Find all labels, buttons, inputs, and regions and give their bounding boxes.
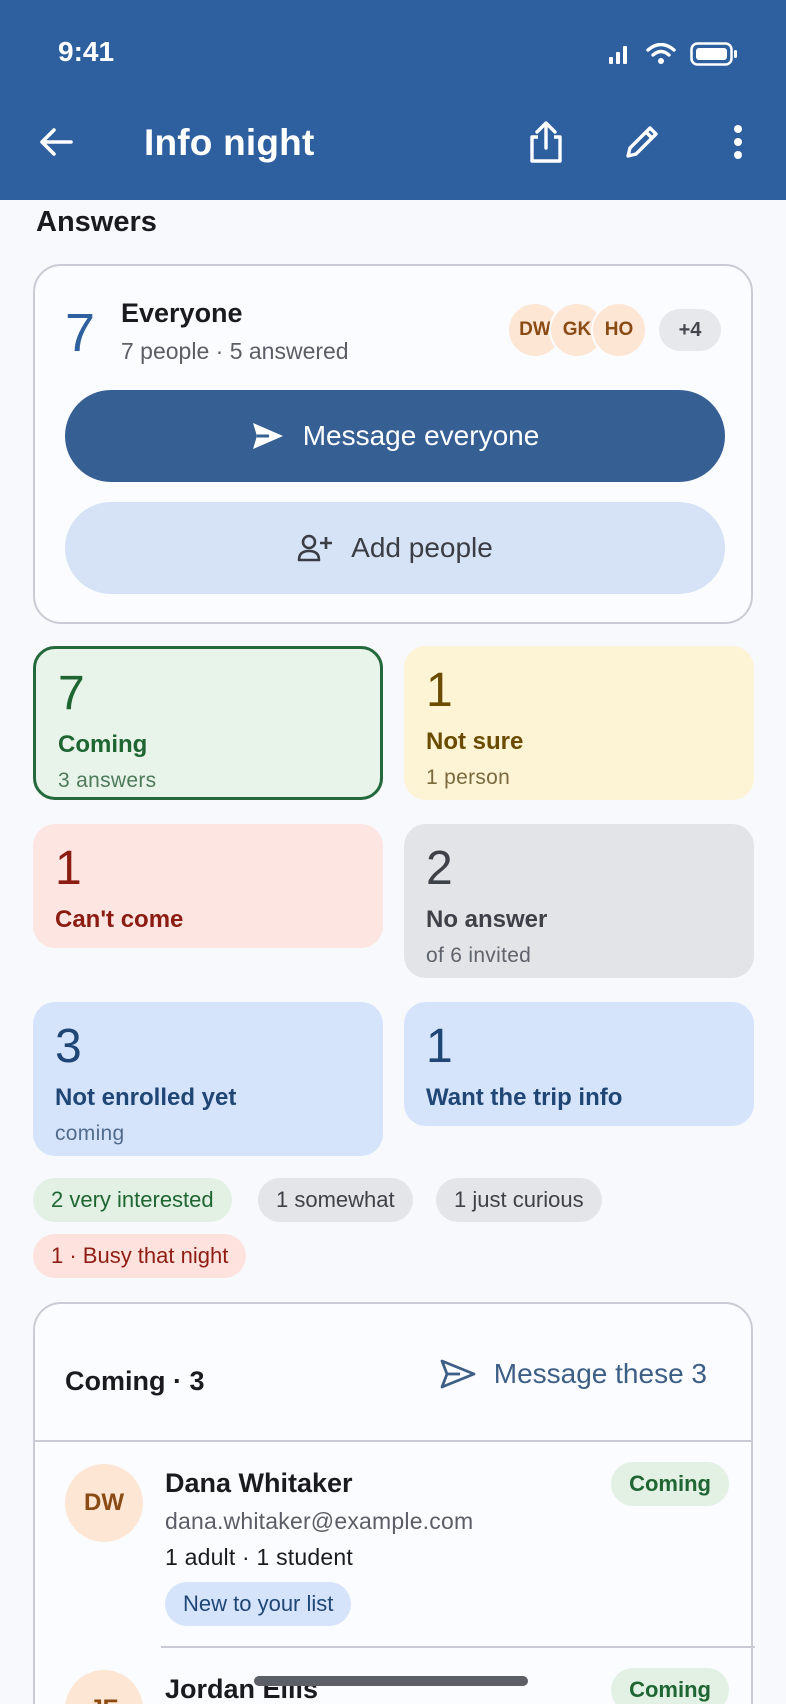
everyone-card: 7 Everyone 7 people · 5 answered DW GK H… bbox=[33, 264, 753, 624]
wifi-icon bbox=[646, 43, 676, 64]
person-email: dana.whitaker@example.com bbox=[165, 1508, 474, 1534]
tile-coming[interactable]: 7 Coming 3 answers bbox=[33, 646, 383, 800]
new-tag: New to your list bbox=[165, 1582, 352, 1626]
tile-sub: 3 answers bbox=[58, 769, 157, 792]
status-icons bbox=[608, 42, 738, 66]
message-everyone-button[interactable]: Message everyone bbox=[65, 390, 725, 482]
app-bar: 9:41 Info night bbox=[0, 0, 786, 200]
tile-label: Not sure bbox=[426, 728, 524, 755]
battery-icon bbox=[690, 42, 737, 66]
status-badge[interactable]: Coming bbox=[611, 1462, 729, 1506]
tile-sub: coming bbox=[55, 1122, 125, 1145]
back-arrow-icon[interactable] bbox=[32, 118, 80, 166]
message-these-button[interactable]: Message these 3 bbox=[440, 1358, 707, 1390]
tile-number: 2 bbox=[426, 842, 453, 895]
edit-pencil-icon[interactable] bbox=[618, 118, 666, 166]
tile-number: 1 bbox=[55, 842, 82, 895]
send-outline-icon bbox=[440, 1359, 476, 1389]
tile-label: Coming bbox=[58, 731, 148, 758]
avatar-stack[interactable]: DW GK HO +4 bbox=[507, 302, 721, 358]
add-person-icon bbox=[297, 534, 333, 562]
tile-not-enrolled[interactable]: 3 Not enrolled yet coming bbox=[33, 1002, 383, 1156]
tile-sub: of 6 invited bbox=[426, 944, 532, 967]
chip-just-curious[interactable]: 1 just curious bbox=[436, 1178, 602, 1222]
page-title: Info night bbox=[144, 122, 315, 163]
tile-sub: 1 person bbox=[426, 766, 511, 789]
status-badge[interactable]: Coming bbox=[611, 1668, 729, 1704]
more-vert-icon[interactable] bbox=[714, 118, 762, 166]
avatar: JE bbox=[65, 1670, 143, 1704]
more-people-chip[interactable]: +4 bbox=[659, 309, 721, 351]
tile-no-answer[interactable]: 2 No answer of 6 invited bbox=[404, 824, 754, 978]
tile-cant-come[interactable]: 1 Can't come bbox=[33, 824, 383, 948]
tile-not-sure[interactable]: 1 Not sure 1 person bbox=[404, 646, 754, 800]
chip-very-interested[interactable]: 2 very interested bbox=[33, 1178, 232, 1222]
everyone-count: 7 bbox=[65, 303, 96, 363]
avatar: HO bbox=[591, 302, 647, 358]
tile-number: 1 bbox=[426, 664, 453, 717]
share-icon[interactable] bbox=[522, 118, 570, 166]
tile-number: 3 bbox=[55, 1020, 82, 1073]
avatar: DW bbox=[65, 1464, 143, 1542]
tile-label: No answer bbox=[426, 906, 548, 933]
tile-number: 7 bbox=[58, 667, 85, 720]
person-name: Dana Whitaker bbox=[165, 1468, 353, 1498]
status-time: 9:41 bbox=[58, 36, 115, 67]
list-header: Coming · 3 bbox=[65, 1366, 205, 1396]
chip-somewhat[interactable]: 1 somewhat bbox=[258, 1178, 413, 1222]
divider bbox=[35, 1440, 751, 1442]
tile-label: Can't come bbox=[55, 906, 184, 933]
person-detail: 1 adult · 1 student bbox=[165, 1544, 353, 1570]
everyone-title: Everyone bbox=[121, 298, 243, 328]
cellular-signal-icon bbox=[609, 46, 627, 64]
coming-list-card: Coming · 3 Message these 3 DW Dana Whita… bbox=[33, 1302, 755, 1704]
send-icon bbox=[252, 423, 283, 449]
tile-label: Want the trip info bbox=[426, 1084, 623, 1111]
everyone-subtitle: 7 people · 5 answered bbox=[121, 338, 349, 364]
tile-trip-info[interactable]: 1 Want the trip info bbox=[404, 1002, 754, 1126]
add-people-label: Add people bbox=[351, 532, 493, 563]
section-title: Answers bbox=[36, 206, 157, 238]
tile-number: 1 bbox=[426, 1020, 453, 1073]
message-these-label: Message these 3 bbox=[493, 1358, 707, 1389]
divider bbox=[161, 1646, 755, 1648]
add-people-button[interactable]: Add people bbox=[65, 502, 725, 594]
message-everyone-label: Message everyone bbox=[302, 420, 540, 451]
chip-busy[interactable]: 1 · Busy that night bbox=[33, 1234, 247, 1278]
tile-label: Not enrolled yet bbox=[55, 1084, 237, 1111]
home-indicator bbox=[254, 1676, 528, 1686]
